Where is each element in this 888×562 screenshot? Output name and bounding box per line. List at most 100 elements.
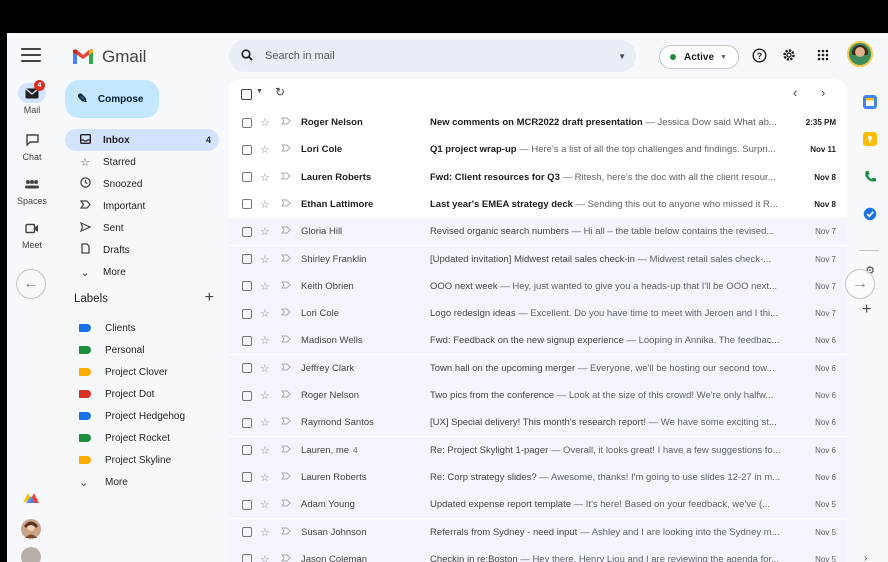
label-item-project-clover[interactable]: Project Clover bbox=[65, 361, 219, 383]
email-row[interactable]: ☆ Shirley Franklin [Updated invitation] Mi… bbox=[229, 245, 847, 273]
nav-item-drafts[interactable]: Drafts bbox=[65, 239, 219, 261]
important-marker-icon[interactable] bbox=[281, 281, 291, 292]
rail-item-meet[interactable]: Meet bbox=[7, 218, 57, 250]
apps-grid-icon[interactable] bbox=[813, 45, 833, 65]
important-marker-icon[interactable] bbox=[281, 144, 291, 155]
labels-more[interactable]: ⌄ More bbox=[65, 471, 219, 493]
star-icon[interactable]: ☆ bbox=[260, 116, 270, 129]
important-marker-icon[interactable] bbox=[281, 472, 291, 483]
compose-button[interactable]: ✎ Compose bbox=[65, 80, 159, 118]
label-item-personal[interactable]: Personal bbox=[65, 339, 219, 361]
row-checkbox[interactable] bbox=[242, 117, 252, 128]
label-item-project-dot[interactable]: Project Dot bbox=[65, 383, 219, 405]
email-row[interactable]: ☆ Gloria Hill Revised organic search numbe… bbox=[229, 218, 847, 246]
label-item-project-skyline[interactable]: Project Skyline bbox=[65, 449, 219, 471]
email-row[interactable]: ☆ Raymond Santos [UX] Special delivery! Th… bbox=[229, 409, 847, 437]
calendar-icon[interactable] bbox=[863, 95, 877, 109]
star-icon[interactable]: ☆ bbox=[260, 389, 270, 402]
get-addons-icon[interactable]: + bbox=[862, 301, 871, 319]
row-checkbox[interactable] bbox=[242, 281, 252, 292]
star-icon[interactable]: ☆ bbox=[260, 253, 270, 266]
select-options-icon[interactable]: ▼ bbox=[256, 88, 263, 95]
important-marker-icon[interactable] bbox=[281, 308, 291, 319]
star-icon[interactable]: ☆ bbox=[260, 198, 270, 211]
row-checkbox[interactable] bbox=[242, 226, 252, 237]
row-checkbox[interactable] bbox=[242, 417, 252, 428]
important-marker-icon[interactable] bbox=[281, 254, 291, 265]
star-icon[interactable]: ☆ bbox=[260, 526, 270, 539]
star-icon[interactable]: ☆ bbox=[260, 334, 270, 347]
row-checkbox[interactable] bbox=[242, 199, 252, 210]
important-marker-icon[interactable] bbox=[281, 363, 291, 374]
contact-avatar-icon[interactable] bbox=[21, 519, 41, 539]
side-panel-toggle-icon[interactable]: › bbox=[864, 553, 867, 562]
rail-item-spaces[interactable]: Spaces bbox=[7, 174, 57, 206]
important-marker-icon[interactable] bbox=[281, 554, 291, 562]
nav-item-more[interactable]: ⌄ More bbox=[65, 261, 219, 283]
nav-item-snoozed[interactable]: Snoozed bbox=[65, 173, 219, 195]
forward-arrow-icon[interactable]: → bbox=[845, 269, 875, 299]
rail-item-chat[interactable]: Chat bbox=[7, 130, 57, 162]
important-marker-icon[interactable] bbox=[281, 335, 291, 346]
older-page-icon[interactable]: ‹ bbox=[793, 85, 797, 100]
star-icon[interactable]: ☆ bbox=[260, 553, 270, 562]
row-checkbox[interactable] bbox=[242, 445, 252, 456]
star-icon[interactable]: ☆ bbox=[260, 362, 270, 375]
rail-item-mail[interactable]: 4 Mail bbox=[7, 80, 57, 115]
row-checkbox[interactable] bbox=[242, 527, 252, 537]
email-row[interactable]: ☆ Lori Cole Logo redesign ideas — Excellen… bbox=[229, 300, 847, 328]
email-row[interactable]: ☆ Madison Wells Fwd: Feedback on the new s… bbox=[229, 327, 847, 355]
search-options-icon[interactable]: ▼ bbox=[618, 52, 626, 61]
important-marker-icon[interactable] bbox=[281, 117, 291, 128]
row-checkbox[interactable] bbox=[242, 554, 252, 562]
email-row[interactable]: ☆ Adam Young Updated expense report templa… bbox=[229, 491, 847, 519]
account-avatar[interactable] bbox=[847, 41, 873, 67]
row-checkbox[interactable] bbox=[242, 499, 252, 510]
add-label-icon[interactable]: + bbox=[205, 289, 214, 307]
email-row[interactable]: ☆ Lauren Roberts Fwd: Client resources for… bbox=[229, 163, 847, 191]
star-icon[interactable]: ☆ bbox=[260, 280, 270, 293]
star-icon[interactable]: ☆ bbox=[260, 471, 270, 484]
star-icon[interactable]: ☆ bbox=[260, 498, 270, 511]
newer-page-icon[interactable]: › bbox=[821, 85, 825, 100]
contacts-phone-icon[interactable] bbox=[863, 170, 877, 184]
select-all-checkbox[interactable] bbox=[241, 89, 252, 100]
status-chip[interactable]: Active ▼ bbox=[659, 45, 739, 69]
email-row[interactable]: ☆ Keith Obrien OOO next week — Hey, just w… bbox=[229, 272, 847, 300]
settings-gear-icon[interactable] bbox=[779, 45, 799, 65]
email-row[interactable]: ☆ Susan Johnson Referrals from Sydney - ne… bbox=[229, 518, 847, 546]
star-icon[interactable]: ☆ bbox=[260, 416, 270, 429]
row-checkbox[interactable] bbox=[242, 363, 252, 374]
main-menu-icon[interactable] bbox=[21, 48, 41, 62]
email-row[interactable]: ☆ Jason Coleman Checkin in re:Boston — Hey… bbox=[229, 545, 847, 562]
star-icon[interactable]: ☆ bbox=[260, 444, 270, 457]
contact-avatar-2-icon[interactable] bbox=[21, 547, 41, 562]
star-icon[interactable]: ☆ bbox=[260, 143, 270, 156]
label-item-project-rocket[interactable]: Project Rocket bbox=[65, 427, 219, 449]
email-row[interactable]: ☆ Roger Nelson Two pics from the conferenc… bbox=[229, 382, 847, 409]
row-checkbox[interactable] bbox=[242, 172, 252, 183]
row-checkbox[interactable] bbox=[242, 254, 252, 264]
row-checkbox[interactable] bbox=[242, 308, 252, 319]
important-marker-icon[interactable] bbox=[281, 499, 291, 510]
important-marker-icon[interactable] bbox=[281, 527, 291, 538]
nav-item-starred[interactable]: ☆ Starred bbox=[65, 151, 219, 173]
email-row[interactable]: ☆ Roger Nelson New comments on MCR2022 dra… bbox=[229, 109, 847, 136]
email-row[interactable]: ☆ Lauren Roberts Re: Corp strategy slides?… bbox=[229, 463, 847, 491]
label-item-clients[interactable]: Clients bbox=[65, 317, 219, 339]
row-checkbox[interactable] bbox=[242, 390, 252, 401]
tasks-icon[interactable] bbox=[863, 207, 877, 221]
star-icon[interactable]: ☆ bbox=[260, 171, 270, 184]
important-marker-icon[interactable] bbox=[281, 172, 291, 183]
email-row[interactable]: ☆ Lori Cole Q1 project wrap-up — Here's a … bbox=[229, 136, 847, 164]
important-marker-icon[interactable] bbox=[281, 390, 291, 401]
important-marker-icon[interactable] bbox=[281, 417, 291, 428]
nav-item-sent[interactable]: Sent bbox=[65, 217, 219, 239]
row-checkbox[interactable] bbox=[242, 144, 252, 155]
star-icon[interactable]: ☆ bbox=[260, 225, 270, 238]
email-row[interactable]: ☆ Ethan Lattimore Last year's EMEA strateg… bbox=[229, 190, 847, 218]
refresh-icon[interactable]: ↻ bbox=[275, 85, 285, 99]
label-item-project-hedgehog[interactable]: Project Hedgehog bbox=[65, 405, 219, 427]
back-arrow-icon[interactable]: ← bbox=[16, 269, 46, 299]
star-icon[interactable]: ☆ bbox=[260, 307, 270, 320]
